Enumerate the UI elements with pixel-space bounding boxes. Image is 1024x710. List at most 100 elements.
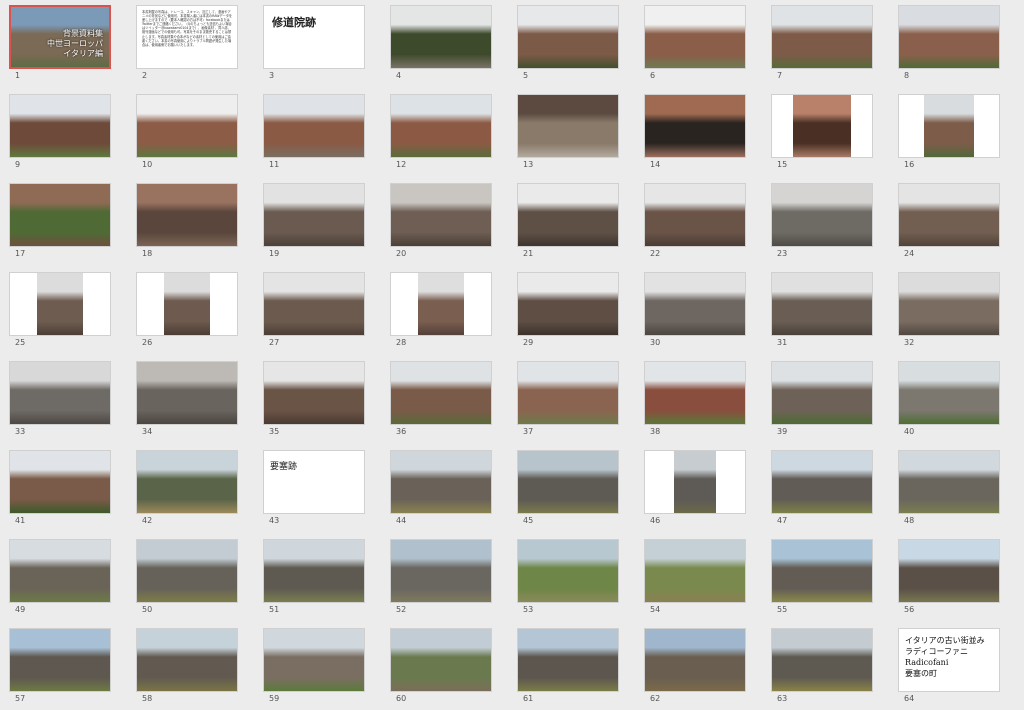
slide-number: 9: [15, 160, 21, 169]
slide-thumbnail[interactable]: 53: [514, 534, 620, 614]
slide-thumbnail[interactable]: 16: [895, 89, 1001, 169]
slide-thumbnail[interactable]: 26: [133, 267, 239, 347]
slide-thumbnail[interactable]: 54: [641, 534, 747, 614]
slide-thumbnail[interactable]: 61: [514, 623, 620, 703]
slide-thumbnail[interactable]: 13: [514, 89, 620, 169]
slide-number: 46: [650, 516, 661, 525]
slide-preview: [136, 94, 238, 158]
slide-thumbnail[interactable]: 4: [387, 0, 493, 80]
slide-preview: 修道院跡: [263, 5, 365, 69]
slide-thumbnail[interactable]: 22: [641, 178, 747, 258]
slide-number: 38: [650, 427, 661, 436]
slide-photo: [772, 6, 872, 68]
slide-preview: [517, 272, 619, 336]
slide-thumbnail[interactable]: 55: [768, 534, 874, 614]
slide-thumbnail[interactable]: 7: [768, 0, 874, 80]
slide-thumbnail[interactable]: 39: [768, 356, 874, 436]
slide-thumbnail[interactable]: 15: [768, 89, 874, 169]
slide-photo: [10, 451, 110, 513]
slide-number: 15: [777, 160, 788, 169]
slide-thumbnail[interactable]: 48: [895, 445, 1001, 525]
slide-number: 62: [650, 694, 661, 703]
slide-number: 32: [904, 338, 915, 347]
slide-thumbnail[interactable]: 21: [514, 178, 620, 258]
slide-thumbnail[interactable]: 44: [387, 445, 493, 525]
slide-thumbnail[interactable]: 8: [895, 0, 1001, 80]
slide-thumbnail[interactable]: 20: [387, 178, 493, 258]
slide-thumbnail[interactable]: 60: [387, 623, 493, 703]
slide-thumbnail[interactable]: 50: [133, 534, 239, 614]
slide-thumbnail[interactable]: 29: [514, 267, 620, 347]
slide-thumbnail[interactable]: 62: [641, 623, 747, 703]
slide-thumbnail[interactable]: 6: [641, 0, 747, 80]
slide-number: 27: [269, 338, 280, 347]
slide-number: 35: [269, 427, 280, 436]
slide-number: 19: [269, 249, 280, 258]
slide-preview: [390, 5, 492, 69]
slide-thumbnail[interactable]: 19: [260, 178, 366, 258]
slide-thumbnail[interactable]: 40: [895, 356, 1001, 436]
slide-thumbnail[interactable]: 14: [641, 89, 747, 169]
slide-number: 49: [15, 605, 26, 614]
slide-thumbnail[interactable]: 33: [6, 356, 112, 436]
slide-preview: [136, 272, 238, 336]
slide-thumbnail[interactable]: 49: [6, 534, 112, 614]
slide-photo: [264, 95, 364, 157]
slide-preview: [771, 628, 873, 692]
slide-thumbnail[interactable]: 31: [768, 267, 874, 347]
slide-thumbnail[interactable]: 36: [387, 356, 493, 436]
slide-thumbnail[interactable]: 24: [895, 178, 1001, 258]
slide-thumbnail[interactable]: 63: [768, 623, 874, 703]
slide-thumbnail[interactable]: 37: [514, 356, 620, 436]
slide-preview: [390, 450, 492, 514]
slide-thumbnail[interactable]: 52: [387, 534, 493, 614]
slide-thumbnail[interactable]: 34: [133, 356, 239, 436]
slide-preview: [390, 628, 492, 692]
slide-preview: [9, 361, 111, 425]
slide-thumbnail[interactable]: 11: [260, 89, 366, 169]
slide-thumbnail[interactable]: 修道院跡 3: [260, 0, 366, 80]
slide-thumbnail[interactable]: 要塞跡 43: [260, 445, 366, 525]
slide-preview: [517, 183, 619, 247]
slide-thumbnail[interactable]: 51: [260, 534, 366, 614]
slide-thumbnail[interactable]: 46: [641, 445, 747, 525]
slide-thumbnail[interactable]: 57: [6, 623, 112, 703]
slide-thumbnail[interactable]: 27: [260, 267, 366, 347]
slide-thumbnail[interactable]: 本書掲載の写真は、トレース、スキャン、加工して、漫画やアニメの背景などに使用可、…: [133, 0, 239, 80]
slide-thumbnail[interactable]: 12: [387, 89, 493, 169]
slide-thumbnail[interactable]: 42: [133, 445, 239, 525]
slide-thumbnail[interactable]: 17: [6, 178, 112, 258]
slide-thumbnail[interactable]: 38: [641, 356, 747, 436]
slide-thumbnail[interactable]: 背景資料集 中世ヨーロッパ イタリア編 1: [6, 0, 112, 80]
slide-thumbnail[interactable]: 45: [514, 445, 620, 525]
slide-thumbnail[interactable]: 28: [387, 267, 493, 347]
slide-thumbnail[interactable]: 41: [6, 445, 112, 525]
slide-photo: [264, 362, 364, 424]
slide-photo: [518, 540, 618, 602]
slide-thumbnail[interactable]: 25: [6, 267, 112, 347]
slide-thumbnail[interactable]: 23: [768, 178, 874, 258]
slide-number: 11: [269, 160, 280, 169]
slide-thumbnail[interactable]: 56: [895, 534, 1001, 614]
slide-thumbnail[interactable]: 18: [133, 178, 239, 258]
slide-thumbnail[interactable]: 30: [641, 267, 747, 347]
slide-number: 47: [777, 516, 788, 525]
slide-thumbnail[interactable]: 35: [260, 356, 366, 436]
slide-thumbnail[interactable]: 47: [768, 445, 874, 525]
slide-number: 10: [142, 160, 153, 169]
slide-thumbnail[interactable]: 58: [133, 623, 239, 703]
slide-number: 5: [523, 71, 529, 80]
slide-preview: [390, 539, 492, 603]
slide-preview: [136, 539, 238, 603]
slide-thumbnail[interactable]: 59: [260, 623, 366, 703]
slide-thumbnail[interactable]: 5: [514, 0, 620, 80]
slide-thumbnail[interactable]: 32: [895, 267, 1001, 347]
slide-number: 42: [142, 516, 153, 525]
slide-photo: [899, 184, 999, 246]
slide-preview: [136, 628, 238, 692]
slide-photo: [137, 362, 237, 424]
slide-thumbnail[interactable]: 10: [133, 89, 239, 169]
slide-thumbnail[interactable]: 9: [6, 89, 112, 169]
slide-number: 23: [777, 249, 788, 258]
slide-thumbnail[interactable]: イタリアの古い街並み ラディコーファニ Radicofani 要塞の町 64: [895, 623, 1001, 703]
